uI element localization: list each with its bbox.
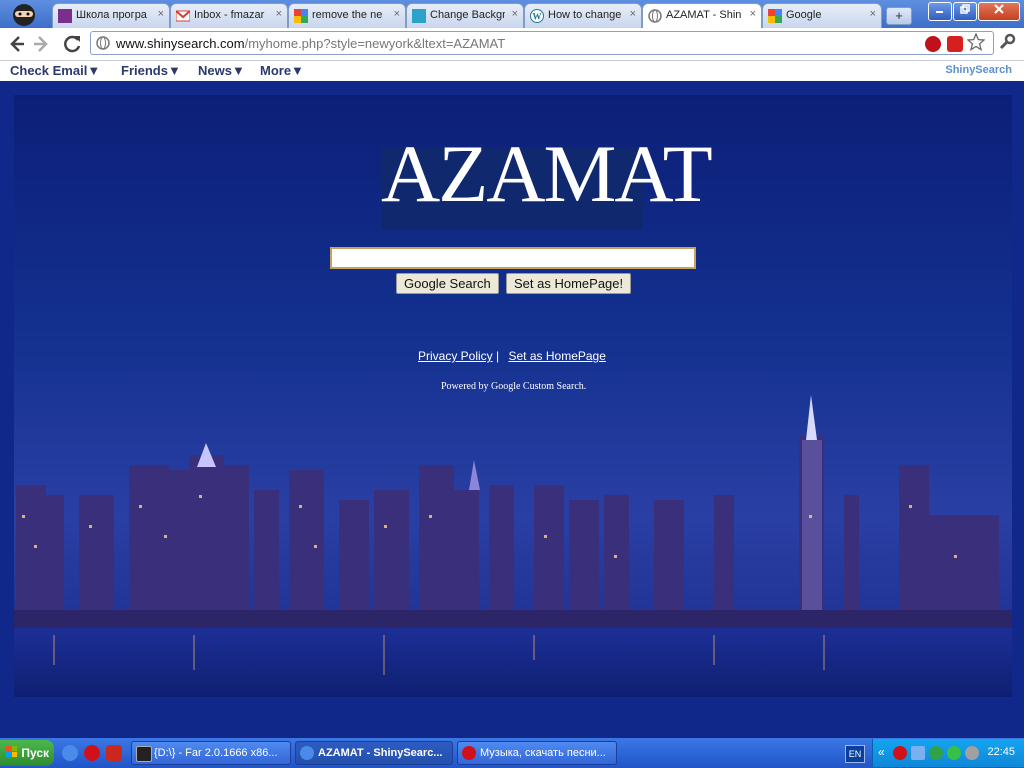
task-opera-music[interactable]: Музыка, скачать песни...	[457, 741, 617, 765]
back-icon[interactable]	[4, 32, 28, 56]
close-tab-icon[interactable]: ×	[750, 8, 756, 20]
close-tab-icon[interactable]: ×	[276, 8, 282, 20]
tab-title: Inbox - fmazar	[194, 9, 265, 21]
task-label: AZAMAT - ShinySearc...	[318, 747, 443, 759]
wrench-icon[interactable]	[998, 33, 1016, 51]
book-icon	[58, 9, 72, 23]
menu-friends[interactable]: Friends▼	[121, 63, 181, 78]
tab-title: Change Backgr	[430, 9, 505, 21]
menu-check-email[interactable]: Check Email▼	[10, 63, 100, 78]
page-icon	[412, 9, 426, 23]
task-label: Музыка, скачать песни...	[480, 747, 606, 759]
restore-icon	[960, 4, 970, 14]
close-tab-icon[interactable]: ×	[158, 8, 164, 20]
start-button[interactable]: Пуск	[0, 740, 54, 766]
windows-flag-icon	[6, 746, 17, 757]
url-host: www.shinysearch.com	[116, 36, 245, 51]
forward-icon[interactable]	[30, 32, 54, 56]
address-bar[interactable]: www.shinysearch.com/myhome.php?style=new…	[90, 31, 994, 55]
maximize-button[interactable]	[953, 2, 977, 21]
shinysearch-logo[interactable]: ShinySearch	[945, 64, 1012, 76]
close-tab-icon[interactable]: ×	[394, 8, 400, 20]
tab-google[interactable]: Google ×	[762, 3, 882, 28]
globe-icon	[648, 9, 662, 23]
task-far-manager[interactable]: {D:\} - Far 2.0.1666 x86...	[131, 741, 291, 765]
chrome-icon	[300, 746, 314, 760]
filezilla-quicklaunch-icon[interactable]	[106, 745, 122, 761]
browser-toolbar: www.shinysearch.com/myhome.php?style=new…	[0, 28, 1024, 61]
menu-news[interactable]: News▼	[198, 63, 245, 78]
search-input[interactable]	[330, 247, 696, 269]
network-tray-icon[interactable]	[911, 746, 925, 760]
clock[interactable]: 22:45	[987, 746, 1015, 758]
close-icon	[994, 4, 1004, 14]
no-entry-extension-icon[interactable]	[925, 36, 941, 52]
google-icon	[294, 9, 308, 23]
tab-remove[interactable]: remove the ne ×	[288, 3, 406, 28]
tab-title: remove the ne	[312, 9, 383, 21]
close-window-button[interactable]	[978, 2, 1020, 21]
wordpress-icon: W	[530, 9, 544, 23]
tab-strip: Школа програ × Inbox - fmazar × remove t…	[0, 0, 1024, 29]
opera-quicklaunch-icon[interactable]	[84, 745, 100, 761]
tab-change-background[interactable]: Change Backgr ×	[406, 3, 524, 28]
start-label: Пуск	[21, 746, 50, 760]
tab-title: AZAMAT - Shin	[666, 9, 742, 21]
icq-tray-icon[interactable]	[947, 746, 961, 760]
far-icon	[136, 746, 152, 762]
utorrent-tray-icon[interactable]	[929, 746, 943, 760]
system-tray: « 22:45	[872, 739, 1024, 767]
set-homepage-link[interactable]: Set as HomePage	[509, 349, 606, 363]
gmail-icon	[176, 10, 190, 22]
url-text: www.shinysearch.com/myhome.php?style=new…	[116, 36, 505, 51]
footer-links: Privacy Policy | Set as HomePage	[418, 349, 606, 363]
minimize-button[interactable]	[928, 2, 952, 21]
link-separator: |	[496, 349, 500, 363]
tab-azamat[interactable]: AZAMAT - Shin ×	[642, 3, 762, 29]
language-indicator[interactable]: EN	[845, 745, 865, 763]
powered-by-text: Powered by Google Custom Search.	[441, 381, 587, 392]
globe-icon	[96, 36, 110, 50]
new-tab-button[interactable]: +	[886, 7, 912, 25]
set-homepage-button[interactable]: Set as HomePage!	[506, 273, 632, 294]
minimize-icon	[936, 11, 943, 13]
google-search-button[interactable]: Google Search	[396, 273, 499, 294]
tab-title: How to change	[548, 9, 622, 21]
google-icon	[768, 9, 782, 23]
volume-tray-icon[interactable]	[965, 746, 979, 760]
opera-icon	[462, 746, 476, 760]
ninja-avatar-icon	[13, 4, 35, 26]
tray-expand-icon[interactable]: «	[878, 745, 885, 759]
tab-title: Школа програ	[76, 9, 147, 21]
opera-tray-icon[interactable]	[893, 746, 907, 760]
bookmark-star-icon[interactable]	[967, 33, 985, 51]
menu-more[interactable]: More▼	[260, 63, 304, 78]
chrome-quicklaunch-icon[interactable]	[62, 745, 78, 761]
reload-icon[interactable]	[60, 32, 84, 56]
privacy-policy-link[interactable]: Privacy Policy	[418, 349, 493, 363]
close-tab-icon[interactable]: ×	[512, 8, 518, 20]
page-background: AZAMAT Google Search Set as HomePage! Pr…	[0, 81, 1024, 738]
site-menu-bar: Check Email▼ Friends▼ News▼ More▼ ShinyS…	[0, 61, 1024, 81]
close-tab-icon[interactable]: ×	[630, 8, 636, 20]
task-chrome-azamat[interactable]: AZAMAT - ShinySearc...	[295, 741, 453, 765]
adblock-extension-icon[interactable]	[947, 36, 963, 52]
tab-inbox[interactable]: Inbox - fmazar ×	[170, 3, 288, 28]
windows-taskbar: Пуск {D:\} - Far 2.0.1666 x86... AZAMAT …	[0, 738, 1024, 768]
task-label: {D:\} - Far 2.0.1666 x86...	[154, 747, 278, 759]
tab-title: Google	[786, 9, 822, 21]
svg-text:W: W	[533, 12, 542, 22]
close-tab-icon[interactable]: ×	[870, 8, 876, 20]
tab-how-to-change[interactable]: W How to change ×	[524, 3, 642, 28]
tab-school[interactable]: Школа програ ×	[52, 3, 170, 28]
azamat-logo: AZAMAT	[381, 128, 713, 219]
url-path: /myhome.php?style=newyork&ltext=AZAMAT	[244, 36, 506, 51]
